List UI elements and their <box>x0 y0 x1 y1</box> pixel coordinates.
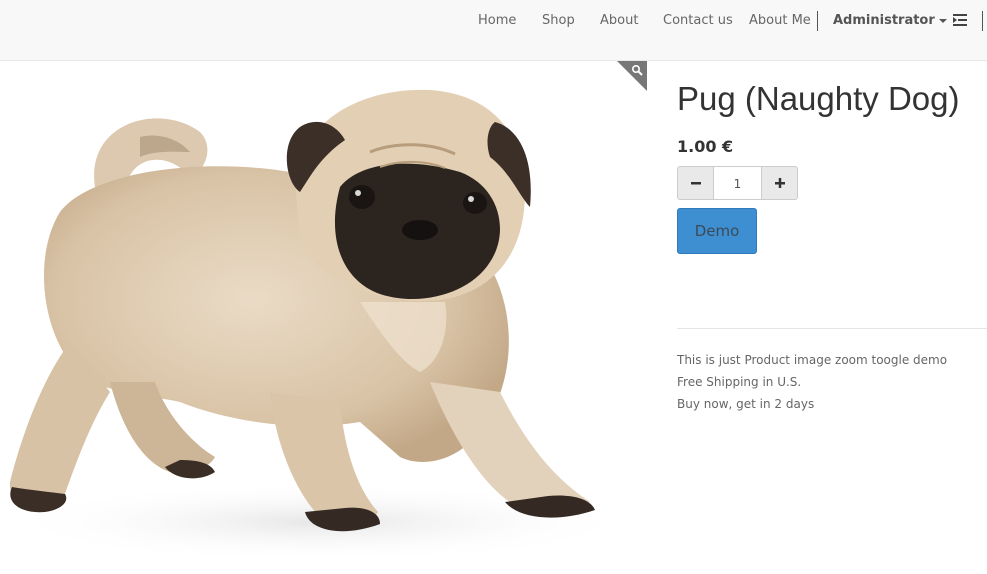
plus-icon <box>774 178 785 188</box>
product-image[interactable] <box>0 62 647 574</box>
top-navbar: Home Shop About Contact us About Me Admi… <box>0 0 987 61</box>
nav-contact-us[interactable]: Contact us <box>663 13 733 29</box>
nav-home[interactable]: Home <box>478 13 516 29</box>
caret-down-icon <box>938 18 947 23</box>
user-name: Administrator <box>833 13 935 28</box>
minus-icon <box>690 182 701 185</box>
description-line: Free Shipping in U.S. <box>677 375 802 389</box>
quantity-input[interactable]: 1 <box>714 166 761 200</box>
section-divider <box>677 328 987 329</box>
description-line: This is just Product image zoom toogle d… <box>677 353 948 367</box>
nav-about[interactable]: About <box>600 13 638 29</box>
increase-quantity-button[interactable] <box>761 166 798 200</box>
demo-button[interactable]: Demo <box>677 208 757 254</box>
magnifier-icon[interactable] <box>617 61 647 91</box>
pug-puppy-image <box>0 89 640 562</box>
quantity-stepper: 1 <box>677 166 798 200</box>
nav-about-me[interactable]: About Me <box>749 13 811 29</box>
nav-divider-right <box>982 11 983 31</box>
list-indent-icon[interactable] <box>953 14 967 26</box>
description-line: Buy now, get in 2 days <box>677 397 815 411</box>
nav-divider <box>817 11 818 31</box>
product-title: Pug (Naughty Dog) <box>677 80 960 117</box>
product-price: 1.00 € <box>677 137 734 156</box>
user-menu[interactable]: Administrator <box>833 13 947 28</box>
decrease-quantity-button[interactable] <box>677 166 714 200</box>
nav-shop[interactable]: Shop <box>542 13 575 29</box>
